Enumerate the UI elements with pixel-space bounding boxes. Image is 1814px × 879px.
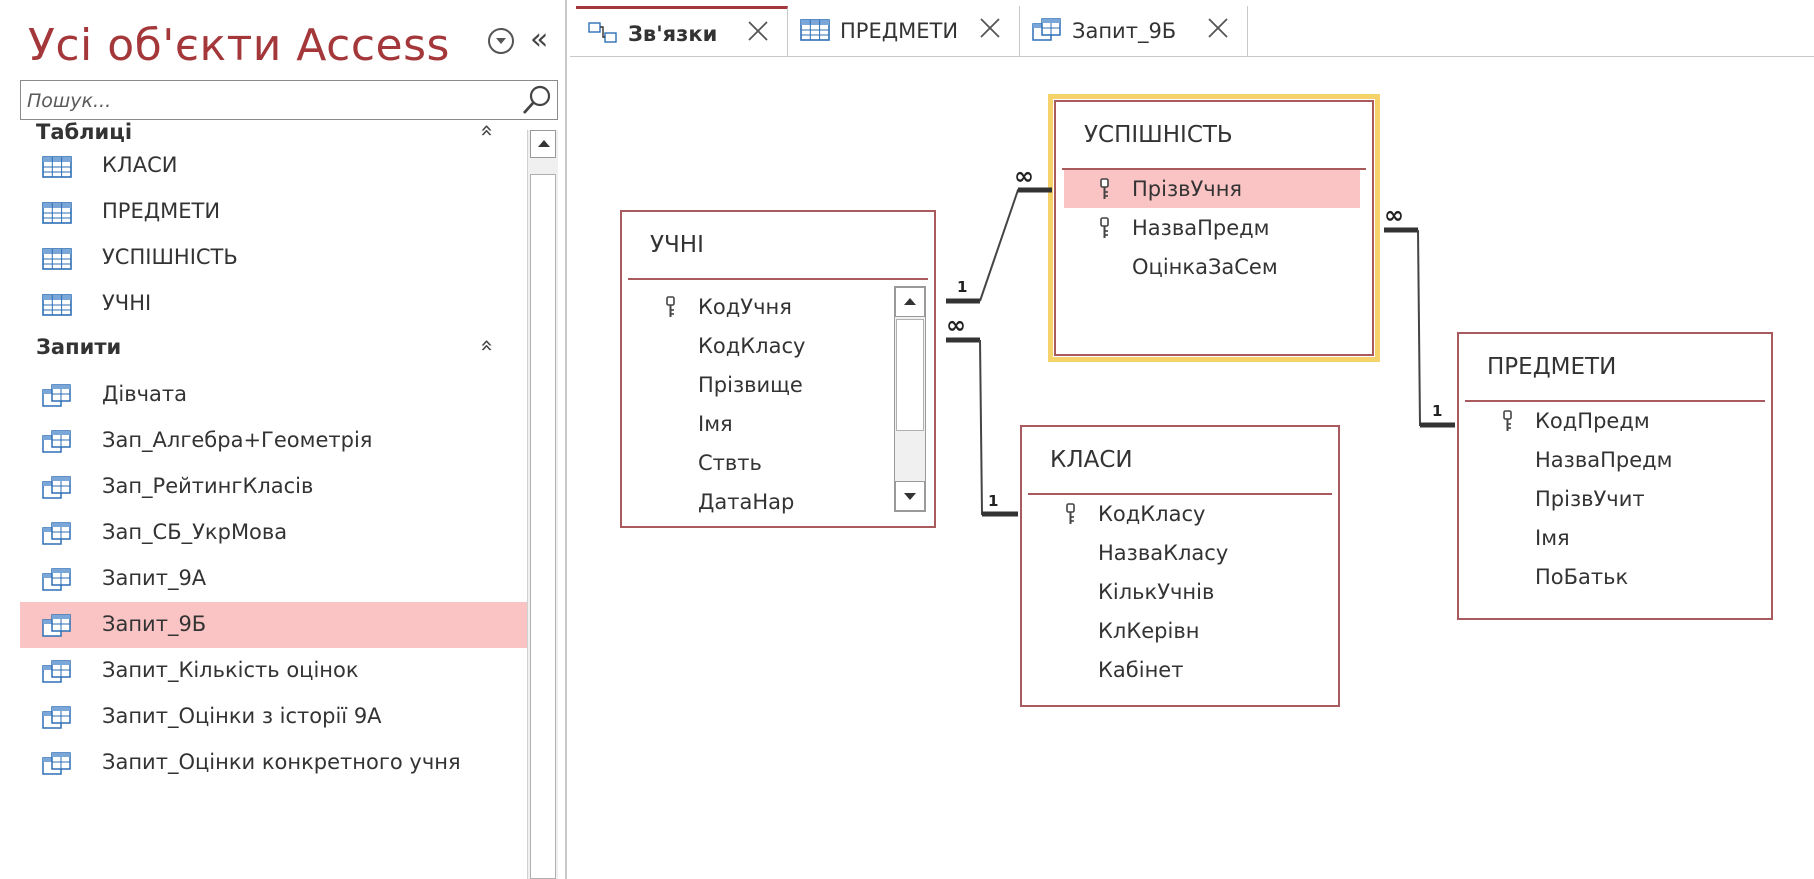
relation-one-label: 1 [1432,402,1442,420]
relation-one-label: 1 [988,492,998,510]
relation-one-label: 1 [957,278,967,296]
relation-many-label: ∞ [1384,201,1404,229]
relation-uchni-uspishnist [979,189,1052,302]
relation-uspishnist-predmety [1417,229,1455,426]
access-window: Усі об'єкти Access « Таблиці«КЛАСИПРЕДМЕ… [0,0,1814,879]
relation-many-label: ∞ [1014,162,1034,190]
relation-many-label: ∞ [946,311,966,339]
relation-uchni-klasy [979,339,1018,515]
relationship-lines: 1 ∞ ∞ 1 ∞ 1 [946,162,1455,517]
